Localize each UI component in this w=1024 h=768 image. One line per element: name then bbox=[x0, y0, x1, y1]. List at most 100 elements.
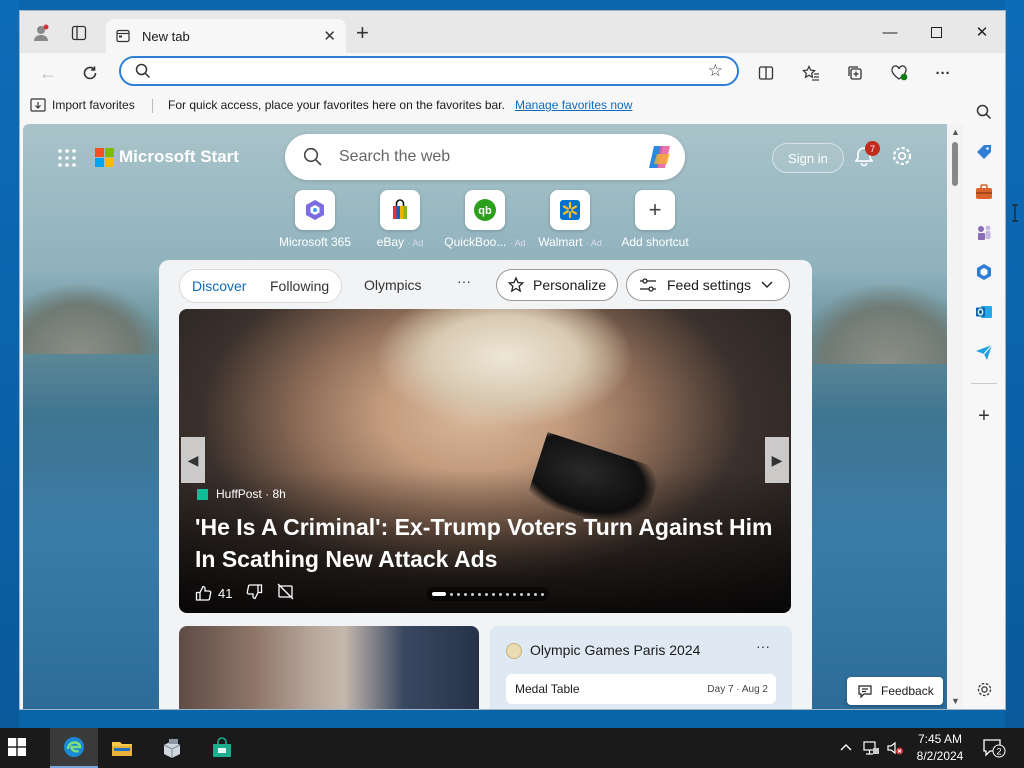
carousel-dot[interactable] bbox=[450, 592, 453, 596]
windows-start-icon[interactable] bbox=[8, 738, 26, 759]
carousel-dot-active[interactable] bbox=[432, 592, 446, 596]
page-settings-gear-icon[interactable] bbox=[891, 145, 913, 170]
carousel-dot[interactable] bbox=[485, 592, 488, 596]
huffpost-logo-icon bbox=[197, 488, 208, 500]
profile-icon[interactable] bbox=[28, 20, 54, 46]
outlook-icon[interactable] bbox=[972, 300, 996, 324]
close-window-button[interactable]: ✕ bbox=[960, 17, 1004, 47]
carousel-dot[interactable] bbox=[492, 592, 495, 596]
shortcut-microsoft-365[interactable]: Microsoft 365 bbox=[270, 190, 360, 249]
carousel-dot[interactable] bbox=[527, 592, 530, 596]
refresh-button[interactable] bbox=[76, 59, 104, 87]
tab-actions-icon[interactable] bbox=[66, 20, 92, 46]
scroll-down-arrow-icon[interactable]: ▼ bbox=[951, 696, 960, 706]
feedback-label: Feedback bbox=[881, 684, 934, 698]
desktop-background bbox=[0, 0, 1024, 10]
tab-olympics[interactable]: Olympics bbox=[364, 277, 422, 293]
sign-in-button[interactable]: Sign in bbox=[772, 143, 844, 173]
microsoft-365-icon[interactable] bbox=[972, 260, 996, 284]
scroll-up-arrow-icon[interactable]: ▲ bbox=[951, 127, 960, 137]
sidebar-search-icon[interactable] bbox=[972, 100, 996, 124]
medal-table-row[interactable]: Medal Table Day 7 · Aug 2 bbox=[506, 674, 776, 704]
add-sidebar-app-icon[interactable]: + bbox=[972, 404, 996, 428]
hero-headline[interactable]: 'He Is A Criminal': Ex-Trump Voters Turn… bbox=[195, 511, 785, 575]
taskbar-file-explorer[interactable] bbox=[98, 728, 146, 768]
carousel-indicator[interactable] bbox=[427, 587, 549, 601]
carousel-dot[interactable] bbox=[457, 592, 460, 596]
manage-favorites-link[interactable]: Manage favorites now bbox=[515, 98, 632, 112]
browser-essentials-icon[interactable] bbox=[887, 61, 911, 85]
background-image-right bbox=[797, 284, 947, 364]
thumbs-down-icon[interactable] bbox=[246, 583, 263, 603]
copilot-search-icon[interactable] bbox=[645, 143, 675, 171]
system-clock[interactable]: 7:45 AM 8/2/2024 bbox=[912, 731, 968, 765]
import-favorites-button[interactable]: Import favorites bbox=[30, 98, 135, 112]
olympic-games-card[interactable]: Olympic Games Paris 2024 ··· Medal Table… bbox=[490, 626, 792, 709]
more-options-icon[interactable]: ··· bbox=[931, 61, 955, 85]
favorite-star-icon[interactable]: ☆ bbox=[708, 61, 723, 81]
scrollbar-thumb[interactable] bbox=[952, 142, 958, 186]
shortcut-ad-tag: · Ad bbox=[407, 238, 424, 248]
shortcut-quickbooks[interactable]: qb QuickBoo... · Ad bbox=[440, 190, 530, 249]
tab-title: New tab bbox=[142, 28, 190, 44]
taskbar-app[interactable] bbox=[148, 728, 196, 768]
carousel-dot[interactable] bbox=[506, 592, 509, 596]
carousel-dot[interactable] bbox=[464, 592, 467, 596]
hide-story-icon[interactable] bbox=[277, 583, 294, 603]
tools-icon[interactable] bbox=[972, 180, 996, 204]
shortcut-ad-tag: · Ad bbox=[585, 238, 602, 248]
tab-new-tab[interactable]: New tab ✕ bbox=[106, 19, 346, 53]
like-button[interactable]: 41 bbox=[195, 585, 232, 602]
olympic-card-more-button[interactable]: ··· bbox=[756, 638, 770, 654]
feedback-button[interactable]: Feedback bbox=[847, 677, 943, 705]
carousel-prev-button[interactable]: ◀ bbox=[181, 437, 205, 483]
new-tab-button[interactable]: + bbox=[356, 22, 369, 44]
games-icon[interactable] bbox=[972, 220, 996, 244]
app-launcher-icon[interactable] bbox=[57, 148, 77, 173]
tab-discover[interactable]: Discover bbox=[192, 278, 246, 294]
carousel-dot[interactable] bbox=[534, 592, 537, 596]
shopping-tag-icon[interactable] bbox=[972, 140, 996, 164]
show-hidden-icons-chevron-icon[interactable] bbox=[840, 740, 852, 755]
desktop-background-right bbox=[1005, 0, 1024, 728]
shortcut-add[interactable]: + Add shortcut bbox=[610, 190, 700, 249]
feed-settings-button[interactable]: Feed settings bbox=[626, 269, 790, 301]
network-icon[interactable] bbox=[862, 740, 880, 759]
address-input[interactable] bbox=[161, 62, 701, 82]
carousel-dot[interactable] bbox=[541, 592, 544, 596]
carousel-dot[interactable] bbox=[499, 592, 502, 596]
shortcut-walmart[interactable]: Walmart · Ad bbox=[525, 190, 615, 249]
carousel-dot[interactable] bbox=[520, 592, 523, 596]
sidebar-settings-icon[interactable] bbox=[972, 677, 996, 701]
taskbar-edge[interactable] bbox=[50, 728, 98, 768]
folder-icon bbox=[112, 742, 132, 756]
microsoft-start-brand[interactable]: Microsoft Start bbox=[119, 147, 239, 167]
collections-icon[interactable] bbox=[843, 61, 867, 85]
notification-count-badge: 7 bbox=[865, 141, 880, 156]
carousel-dot[interactable] bbox=[471, 592, 474, 596]
split-screen-icon[interactable] bbox=[754, 61, 778, 85]
page-scrollbar[interactable]: ▲ ▼ bbox=[947, 124, 963, 709]
carousel-next-button[interactable]: ▶ bbox=[765, 437, 789, 483]
drop-send-icon[interactable] bbox=[972, 340, 996, 364]
action-center-icon[interactable]: 2 bbox=[982, 738, 1006, 761]
minimize-button[interactable]: — bbox=[868, 17, 912, 47]
hero-source[interactable]: HuffPost · 8h bbox=[197, 487, 286, 501]
web-search-box[interactable]: Search the web bbox=[285, 134, 685, 180]
maximize-button[interactable] bbox=[914, 17, 958, 47]
back-button[interactable]: ← bbox=[34, 59, 62, 87]
carousel-dot[interactable] bbox=[478, 592, 481, 596]
favorites-icon[interactable] bbox=[799, 61, 823, 85]
tab-following[interactable]: Following bbox=[270, 278, 329, 294]
shortcut-ebay[interactable]: eBay · Ad bbox=[355, 190, 445, 249]
feed-settings-label: Feed settings bbox=[667, 277, 752, 293]
taskbar-store[interactable] bbox=[198, 728, 246, 768]
hero-news-card[interactable]: ◀ ▶ HuffPost · 8h 'He Is A Criminal': Ex… bbox=[179, 309, 791, 613]
news-card-gymnastics[interactable] bbox=[179, 626, 479, 709]
close-tab-icon[interactable]: ✕ bbox=[323, 27, 336, 45]
carousel-dot[interactable] bbox=[513, 592, 516, 596]
address-bar[interactable]: ☆ bbox=[119, 56, 739, 86]
personalize-button[interactable]: Personalize bbox=[496, 269, 618, 301]
volume-muted-icon[interactable] bbox=[886, 740, 904, 759]
more-tabs-button[interactable]: ··· bbox=[457, 273, 471, 289]
